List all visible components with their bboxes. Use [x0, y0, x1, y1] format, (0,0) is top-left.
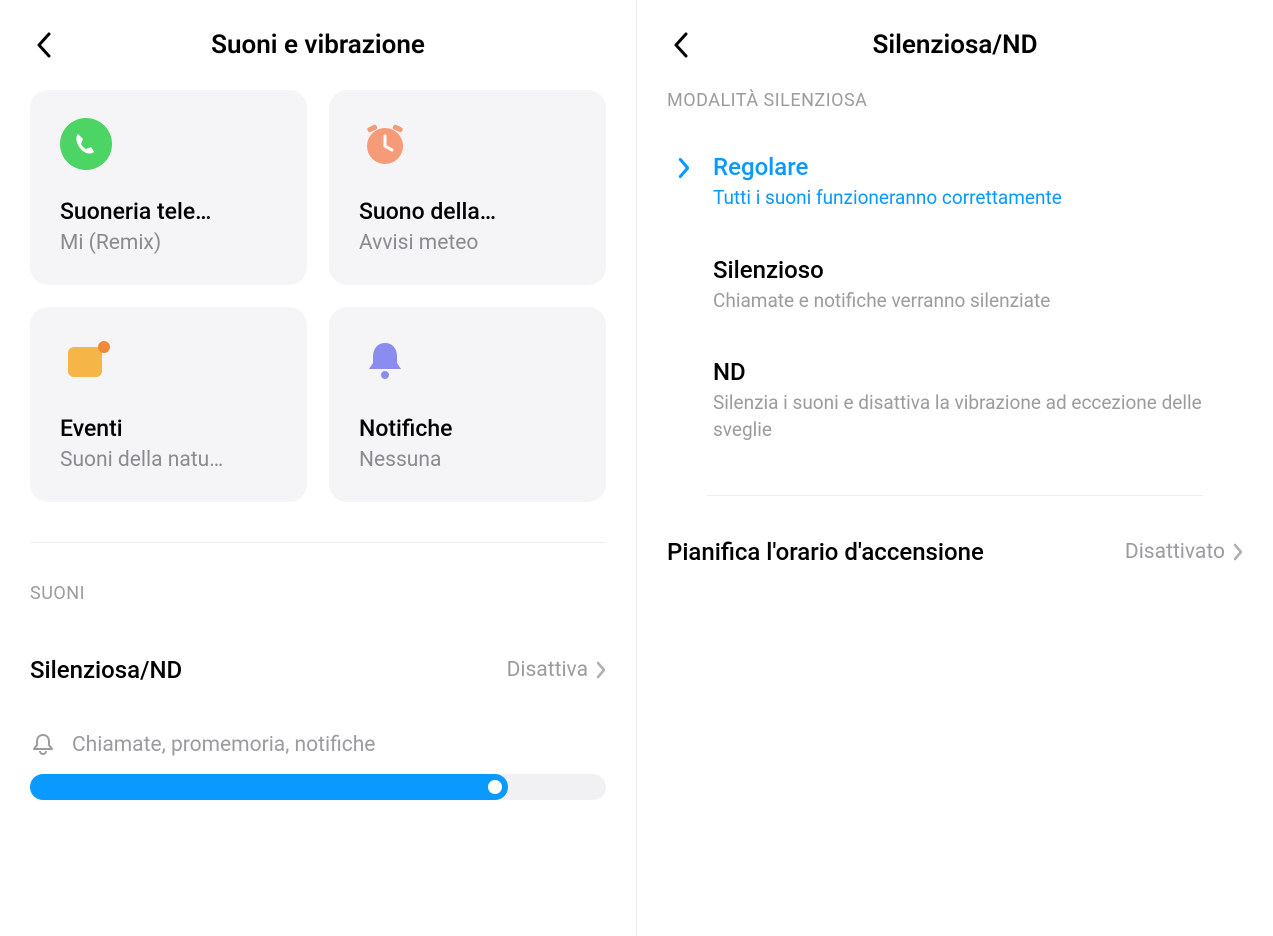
- tile-alarm[interactable]: Suono della… Avvisi meteo: [329, 90, 606, 285]
- slider-fill: [30, 774, 508, 800]
- tile-notifications[interactable]: Notifiche Nessuna: [329, 307, 606, 502]
- bell-outline-icon: [30, 732, 56, 758]
- alarm-icon: [359, 118, 411, 170]
- mode-option-regular[interactable]: Regolare Tutti i suoni funzioneranno cor…: [667, 131, 1243, 234]
- tile-subtitle: Nessuna: [359, 448, 576, 472]
- row-title: Pianifica l'orario d'accensione: [667, 538, 984, 566]
- mode-subtitle: Silenzia i suoni e disattiva la vibrazio…: [713, 390, 1233, 443]
- calendar-icon: [60, 335, 112, 387]
- tile-title: Eventi: [60, 415, 277, 442]
- chevron-left-icon: [673, 32, 689, 58]
- volume-slider[interactable]: [30, 774, 606, 800]
- page-title-right: Silenziosa/ND: [695, 30, 1215, 60]
- sound-tiles-grid: Suoneria tele… Mi (Remix) Suono della… A…: [30, 90, 606, 502]
- row-title: Silenziosa/ND: [30, 656, 182, 684]
- silent-dnd-pane: Silenziosa/ND MODALITÀ SILENZIOSA Regola…: [637, 0, 1273, 936]
- divider: [707, 495, 1203, 496]
- back-button-left[interactable]: [30, 31, 58, 59]
- tile-title: Suoneria tele…: [60, 198, 277, 225]
- chevron-right-icon: [596, 661, 606, 679]
- volume-slider-block: Chiamate, promemoria, notifiche: [30, 732, 606, 800]
- page-title-left: Suoni e vibrazione: [58, 30, 578, 60]
- row-schedule[interactable]: Pianifica l'orario d'accensione Disattiv…: [667, 526, 1243, 578]
- mode-option-dnd[interactable]: ND Silenzia i suoni e disattiva la vibra…: [667, 336, 1243, 465]
- slider-label: Chiamate, promemoria, notifiche: [30, 732, 606, 758]
- section-label-sounds: SUONI: [30, 583, 606, 604]
- row-value: Disattivato: [1125, 540, 1243, 564]
- mode-title: Silenzioso: [713, 256, 1233, 284]
- row-value-text: Disattiva: [507, 658, 588, 682]
- mode-option-silent[interactable]: Silenzioso Chiamate e notifiche verranno…: [667, 234, 1243, 337]
- tile-title: Notifiche: [359, 415, 576, 442]
- phone-icon: [60, 118, 112, 170]
- mode-title: ND: [713, 358, 1233, 386]
- mode-text: Regolare Tutti i suoni funzioneranno cor…: [713, 153, 1233, 212]
- tile-subtitle: Mi (Remix): [60, 231, 277, 255]
- row-silent-dnd[interactable]: Silenziosa/ND Disattiva: [30, 644, 606, 696]
- chevron-right-icon: [1233, 543, 1243, 561]
- slider-thumb: [488, 780, 502, 794]
- tile-subtitle: Avvisi meteo: [359, 231, 576, 255]
- bell-icon: [359, 335, 411, 387]
- slider-label-text: Chiamate, promemoria, notifiche: [72, 733, 375, 757]
- check-icon: [677, 153, 699, 183]
- divider: [30, 542, 606, 543]
- chevron-left-icon: [36, 32, 52, 58]
- header-left: Suoni e vibrazione: [30, 20, 606, 90]
- sounds-pane: Suoni e vibrazione Suoneria tele… Mi (Re…: [0, 0, 637, 936]
- tile-title: Suono della…: [359, 198, 576, 225]
- mode-subtitle: Chiamate e notifiche verranno silenziate: [713, 288, 1233, 315]
- header-right: Silenziosa/ND: [667, 20, 1243, 90]
- row-value: Disattiva: [507, 658, 606, 682]
- tile-subtitle: Suoni della natu…: [60, 448, 277, 472]
- mode-text: ND Silenzia i suoni e disattiva la vibra…: [713, 358, 1233, 443]
- mode-text: Silenzioso Chiamate e notifiche verranno…: [713, 256, 1233, 315]
- mode-title: Regolare: [713, 153, 1233, 181]
- section-label-silent-mode: MODALITÀ SILENZIOSA: [667, 90, 1243, 111]
- back-button-right[interactable]: [667, 31, 695, 59]
- mode-subtitle: Tutti i suoni funzioneranno correttament…: [713, 185, 1233, 212]
- tile-events[interactable]: Eventi Suoni della natu…: [30, 307, 307, 502]
- row-value-text: Disattivato: [1125, 540, 1225, 564]
- tile-ringtone[interactable]: Suoneria tele… Mi (Remix): [30, 90, 307, 285]
